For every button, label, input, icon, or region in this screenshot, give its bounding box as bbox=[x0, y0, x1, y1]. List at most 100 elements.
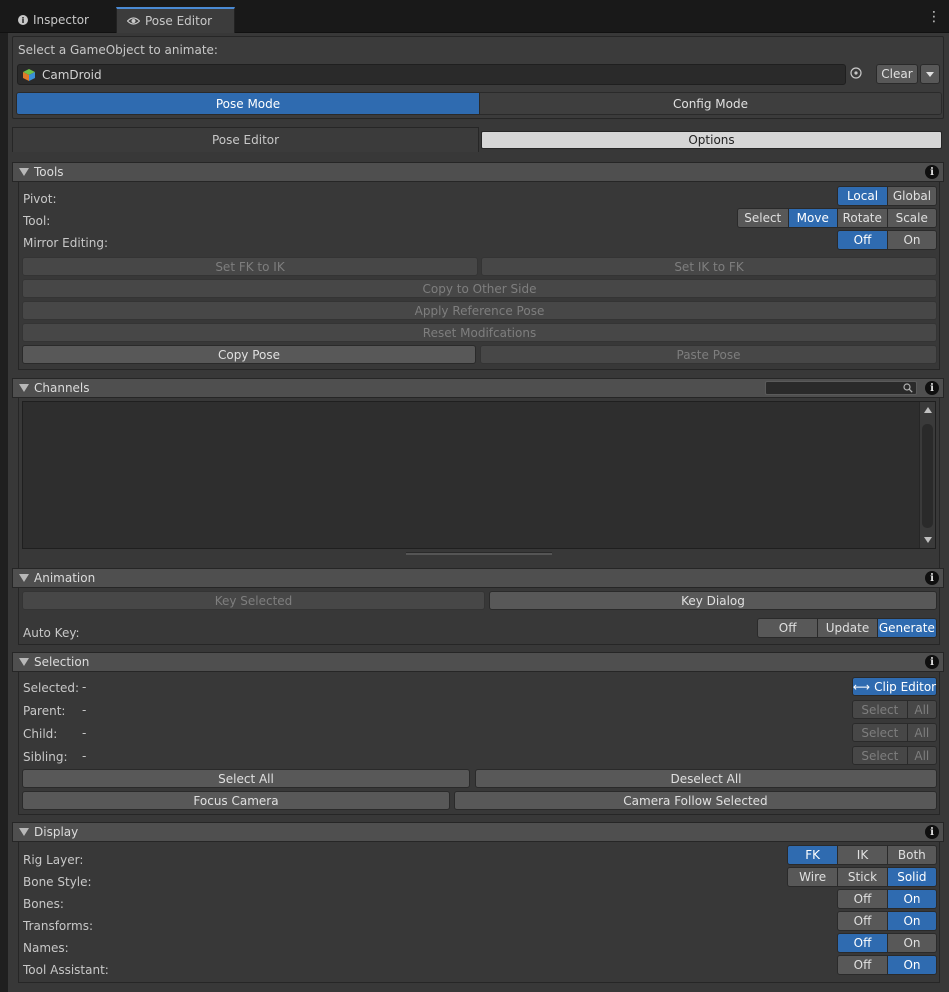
auto-key-toggle: Off Update Generate bbox=[757, 618, 937, 638]
parent-select-button[interactable]: Select bbox=[853, 701, 907, 718]
bones-off-button[interactable]: Off bbox=[838, 890, 887, 908]
display-header[interactable]: Display i bbox=[12, 822, 944, 842]
tab-inspector[interactable]: i Inspector bbox=[0, 7, 116, 33]
target-card: Select a GameObject to animate: CamDroid… bbox=[12, 36, 944, 119]
subtab-pose-editor[interactable]: Pose Editor bbox=[12, 127, 479, 152]
foldout-arrow-icon bbox=[19, 658, 29, 666]
parent-select-group: Select All bbox=[852, 700, 937, 719]
rig-layer-fk-button[interactable]: FK bbox=[788, 846, 838, 864]
names-off-button[interactable]: Off bbox=[838, 934, 887, 952]
set-ik-to-fk-button[interactable]: Set IK to FK bbox=[481, 257, 937, 276]
copy-pose-button[interactable]: Copy Pose bbox=[22, 345, 476, 364]
animation-header[interactable]: Animation i bbox=[12, 568, 944, 588]
subtab-options[interactable]: Options bbox=[481, 131, 942, 149]
channels-scrollbar[interactable] bbox=[919, 402, 935, 548]
rig-layer-label: Rig Layer: bbox=[23, 853, 84, 867]
names-on-button[interactable]: On bbox=[886, 934, 936, 952]
auto-key-update-button[interactable]: Update bbox=[817, 619, 877, 637]
bone-style-stick-button[interactable]: Stick bbox=[837, 868, 887, 886]
info-icon[interactable]: i bbox=[925, 655, 939, 669]
chevron-down-icon bbox=[926, 71, 934, 77]
channels-header[interactable]: Channels i bbox=[12, 378, 944, 398]
tool-move-button[interactable]: Move bbox=[787, 209, 837, 227]
apply-reference-pose-button[interactable]: Apply Reference Pose bbox=[22, 301, 937, 320]
copy-to-other-side-button[interactable]: Copy to Other Side bbox=[22, 279, 937, 298]
tab-pose-editor[interactable]: Pose Editor bbox=[116, 7, 235, 33]
info-icon[interactable]: i bbox=[925, 165, 939, 179]
swap-arrows-icon: ⟷ bbox=[852, 679, 871, 694]
bone-style-toggle: Wire Stick Solid bbox=[787, 867, 937, 887]
clip-editor-button[interactable]: ⟷ Clip Editor bbox=[852, 677, 937, 696]
pivot-local-button[interactable]: Local bbox=[838, 187, 887, 205]
key-dialog-button[interactable]: Key Dialog bbox=[489, 591, 937, 610]
bone-style-solid-button[interactable]: Solid bbox=[886, 868, 936, 886]
tool-assistant-on-button[interactable]: On bbox=[886, 956, 936, 974]
gameobject-field[interactable]: CamDroid bbox=[17, 64, 846, 85]
channels-search-input[interactable] bbox=[765, 381, 917, 395]
transforms-on-button[interactable]: On bbox=[886, 912, 936, 930]
camera-follow-selected-button[interactable]: Camera Follow Selected bbox=[454, 791, 937, 810]
gameobject-cube-icon bbox=[22, 68, 36, 82]
resize-handle[interactable] bbox=[406, 552, 552, 555]
transforms-off-button[interactable]: Off bbox=[838, 912, 887, 930]
tool-assistant-label: Tool Assistant: bbox=[23, 963, 109, 977]
names-toggle: Off On bbox=[837, 933, 937, 953]
tools-header[interactable]: Tools i bbox=[12, 162, 944, 182]
rig-layer-ik-button[interactable]: IK bbox=[837, 846, 887, 864]
channels-list[interactable] bbox=[22, 401, 936, 549]
tool-scale-button[interactable]: Scale bbox=[886, 209, 936, 227]
selection-body: Selected: - ⟷ Clip Editor Parent: - Selec… bbox=[18, 672, 940, 815]
tab-pose-editor-label: Pose Editor bbox=[145, 14, 213, 28]
info-icon[interactable]: i bbox=[925, 825, 939, 839]
deselect-all-button[interactable]: Deselect All bbox=[475, 769, 937, 788]
focus-camera-button[interactable]: Focus Camera bbox=[22, 791, 450, 810]
key-selected-button[interactable]: Key Selected bbox=[22, 591, 485, 610]
child-value: - bbox=[82, 726, 87, 740]
scroll-up-icon[interactable] bbox=[924, 407, 932, 413]
pivot-global-button[interactable]: Global bbox=[886, 187, 936, 205]
bone-style-label: Bone Style: bbox=[23, 875, 92, 889]
config-mode-button[interactable]: Config Mode bbox=[479, 93, 941, 114]
scroll-down-icon[interactable] bbox=[924, 537, 932, 543]
auto-key-off-button[interactable]: Off bbox=[758, 619, 818, 637]
info-icon: i bbox=[18, 15, 28, 25]
tools-title: Tools bbox=[34, 165, 64, 179]
mirror-toggle: Off On bbox=[837, 230, 937, 250]
select-all-button[interactable]: Select All bbox=[22, 769, 470, 788]
target-prompt: Select a GameObject to animate: bbox=[18, 43, 218, 57]
selection-header[interactable]: Selection i bbox=[12, 652, 944, 672]
kebab-icon[interactable]: ⋮ bbox=[927, 10, 941, 24]
clear-dropdown-button[interactable] bbox=[920, 64, 940, 84]
bones-on-button[interactable]: On bbox=[886, 890, 936, 908]
bone-style-wire-button[interactable]: Wire bbox=[788, 868, 838, 886]
sibling-all-button[interactable]: All bbox=[906, 747, 936, 764]
mirror-on-button[interactable]: On bbox=[886, 231, 936, 249]
sibling-select-button[interactable]: Select bbox=[853, 747, 907, 764]
child-label: Child: bbox=[23, 727, 58, 741]
scroll-track[interactable] bbox=[922, 424, 933, 528]
foldout-arrow-icon bbox=[19, 828, 29, 836]
names-label: Names: bbox=[23, 941, 69, 955]
set-fk-to-ik-button[interactable]: Set FK to IK bbox=[22, 257, 478, 276]
rig-layer-both-button[interactable]: Both bbox=[886, 846, 936, 864]
tool-select-button[interactable]: Select bbox=[738, 209, 788, 227]
paste-pose-button[interactable]: Paste Pose bbox=[480, 345, 937, 364]
parent-label: Parent: bbox=[23, 704, 66, 718]
clear-button[interactable]: Clear bbox=[876, 64, 918, 84]
tool-assistant-off-button[interactable]: Off bbox=[838, 956, 887, 974]
parent-all-button[interactable]: All bbox=[906, 701, 936, 718]
sibling-label: Sibling: bbox=[23, 750, 68, 764]
selection-title: Selection bbox=[34, 655, 90, 669]
mirror-off-button[interactable]: Off bbox=[838, 231, 887, 249]
window-tab-bar: i Inspector Pose Editor ⋮ bbox=[0, 0, 949, 33]
reset-modifications-button[interactable]: Reset Modifcations bbox=[22, 323, 937, 342]
tool-rotate-button[interactable]: Rotate bbox=[837, 209, 887, 227]
tool-toggle: Select Move Rotate Scale bbox=[737, 208, 937, 228]
child-select-button[interactable]: Select bbox=[853, 724, 907, 741]
child-all-button[interactable]: All bbox=[906, 724, 936, 741]
object-picker-icon[interactable] bbox=[850, 67, 862, 79]
info-icon[interactable]: i bbox=[925, 571, 939, 585]
info-icon[interactable]: i bbox=[925, 381, 939, 395]
pose-mode-button[interactable]: Pose Mode bbox=[17, 93, 479, 114]
auto-key-generate-button[interactable]: Generate bbox=[876, 619, 936, 637]
